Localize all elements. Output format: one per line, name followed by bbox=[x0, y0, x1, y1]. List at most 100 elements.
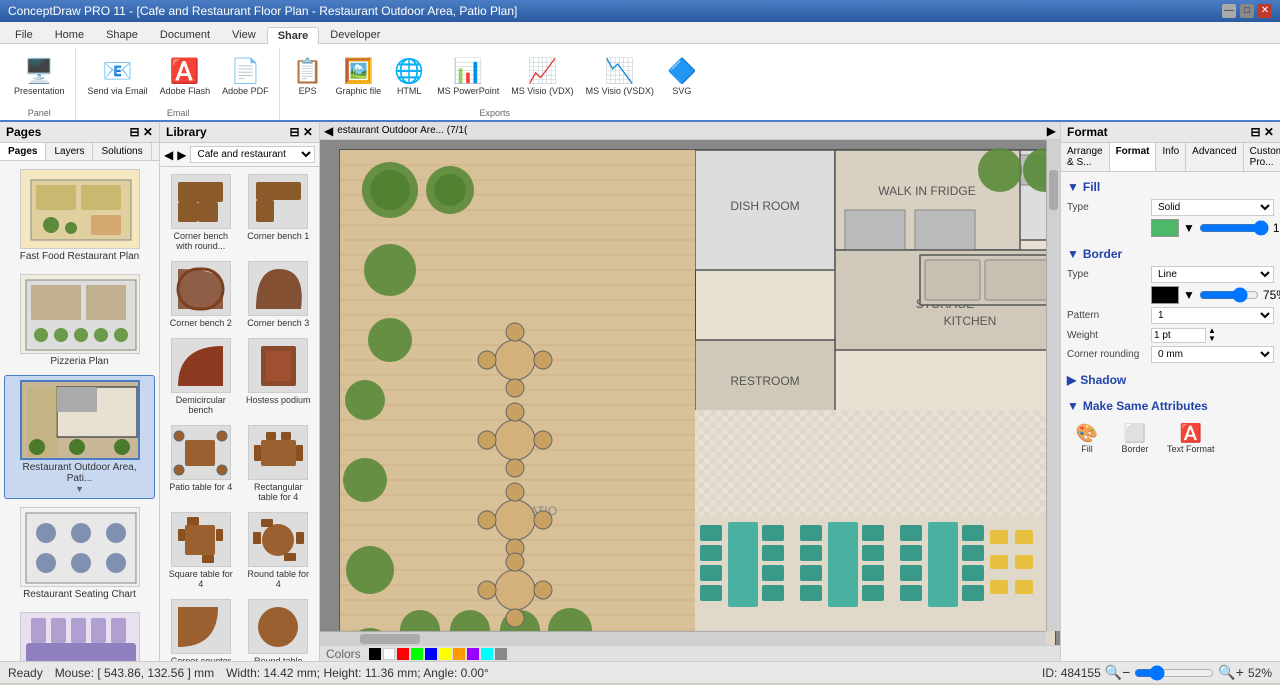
tab-advanced[interactable]: Advanced bbox=[1186, 143, 1243, 171]
presentation-button[interactable]: 🖥️ Presentation bbox=[10, 58, 69, 98]
svg-button[interactable]: 🔷 SVG bbox=[662, 58, 702, 98]
page-item-outdoor[interactable]: Restaurant Outdoor Area, Pati... ▼ bbox=[4, 375, 155, 499]
page-item-fast-food[interactable]: Fast Food Restaurant Plan bbox=[4, 165, 155, 266]
tab-file[interactable]: File bbox=[4, 26, 44, 43]
tab-custom[interactable]: Custom Pro... bbox=[1244, 143, 1280, 171]
canvas-nav-prev[interactable]: ◀ bbox=[324, 124, 333, 138]
window-controls[interactable]: — □ ✕ bbox=[1222, 4, 1272, 18]
tab-document[interactable]: Document bbox=[149, 26, 221, 43]
make-same-border-button[interactable]: ⬜ Border bbox=[1115, 419, 1155, 458]
format-tabs: Arrange & S... Format Info Advanced Cust… bbox=[1061, 143, 1280, 172]
tab-format[interactable]: Format bbox=[1110, 143, 1157, 171]
eps-button[interactable]: 📋 EPS bbox=[288, 58, 328, 98]
lib-item-hostess-podium[interactable]: Hostess podium bbox=[242, 335, 316, 418]
ms-visio-vsdx-button[interactable]: 📉 MS Visio (VSDX) bbox=[582, 58, 658, 98]
shadow-section-header[interactable]: ▶ Shadow bbox=[1067, 371, 1274, 389]
lib-item-corner-bench-1[interactable]: Corner bench 1 bbox=[242, 171, 316, 254]
vertical-scrollbar-thumb[interactable] bbox=[1049, 170, 1058, 210]
fill-type-select[interactable]: Solid bbox=[1151, 199, 1274, 216]
color-swatch-red[interactable] bbox=[397, 648, 409, 660]
tab-view[interactable]: View bbox=[221, 26, 267, 43]
pages-controls[interactable]: ⊟ ✕ bbox=[130, 125, 153, 139]
make-same-fill-icon: 🎨 bbox=[1076, 423, 1098, 444]
color-swatch-blue[interactable] bbox=[425, 648, 437, 660]
tab-developer[interactable]: Developer bbox=[319, 26, 391, 43]
zoom-in-icon[interactable]: 🔍+ bbox=[1218, 664, 1244, 681]
lib-item-corner-counter[interactable]: Corner counter bbox=[164, 596, 238, 661]
color-swatch-cyan[interactable] bbox=[481, 648, 493, 660]
adobe-pdf-button[interactable]: 📄 Adobe PDF bbox=[218, 58, 273, 98]
tab-pages[interactable]: Pages bbox=[0, 143, 46, 160]
icon-svg bbox=[173, 264, 228, 314]
color-swatch-purple[interactable] bbox=[467, 648, 479, 660]
make-same-fill-button[interactable]: 🎨 Fill bbox=[1067, 419, 1107, 458]
page-item-bar[interactable]: The Full-Service Bar bbox=[4, 608, 155, 661]
ms-powerpoint-button[interactable]: 📊 MS PowerPoint bbox=[433, 58, 503, 98]
vertical-scrollbar[interactable] bbox=[1046, 140, 1060, 631]
graphic-file-button[interactable]: 🖼️ Graphic file bbox=[332, 58, 386, 98]
lib-item-corner-bench-2[interactable]: Corner bench 2 bbox=[164, 258, 238, 331]
page-thumb-svg-seating bbox=[21, 508, 140, 587]
border-color-arrow[interactable]: ▼ bbox=[1183, 288, 1195, 302]
lib-item-patio-table-4[interactable]: Patio table for 4 bbox=[164, 422, 238, 505]
color-swatch-black[interactable] bbox=[369, 648, 381, 660]
make-same-text-button[interactable]: 🅰️ Text Format bbox=[1163, 419, 1219, 458]
tab-shape[interactable]: Shape bbox=[95, 26, 149, 43]
page-thumb-svg-outdoor bbox=[22, 382, 140, 460]
page-item-pizzeria[interactable]: Pizzeria Plan bbox=[4, 270, 155, 371]
horizontal-scrollbar[interactable] bbox=[320, 631, 1046, 645]
tab-layers[interactable]: Layers bbox=[46, 143, 93, 160]
canvas-scroll[interactable]: DISH ROOM WALK IN FRIDGE STORAGE RESTROO… bbox=[320, 140, 1060, 645]
lib-item-demicircular-bench[interactable]: Demicircular bench bbox=[164, 335, 238, 418]
color-swatch-orange[interactable] bbox=[453, 648, 465, 660]
library-dropdown[interactable]: Cafe and restaurant bbox=[190, 146, 315, 163]
maximize-button[interactable]: □ bbox=[1240, 4, 1254, 18]
border-type-select[interactable]: Line bbox=[1151, 266, 1274, 283]
fill-color-arrow[interactable]: ▼ bbox=[1183, 221, 1195, 235]
fill-opacity-slider[interactable] bbox=[1199, 220, 1269, 236]
tab-home[interactable]: Home bbox=[44, 26, 95, 43]
lib-item-round-table-4[interactable]: Round table for 4 bbox=[242, 509, 316, 592]
fill-section-header[interactable]: ▼ Fill bbox=[1067, 178, 1274, 196]
minimize-button[interactable]: — bbox=[1222, 4, 1236, 18]
fill-color-swatch[interactable] bbox=[1151, 219, 1179, 237]
color-swatch-green[interactable] bbox=[411, 648, 423, 660]
border-color-swatch[interactable] bbox=[1151, 286, 1179, 304]
ms-visio-vdx-button[interactable]: 📈 MS Visio (VDX) bbox=[507, 58, 577, 98]
border-weight-input[interactable] bbox=[1151, 328, 1206, 343]
lib-item-corner-bench-round[interactable]: Corner bench with round... bbox=[164, 171, 238, 254]
tab-solutions[interactable]: Solutions bbox=[93, 143, 151, 160]
send-email-button[interactable]: 📧 Send via Email bbox=[84, 58, 152, 98]
library-prev-button[interactable]: ◀ bbox=[164, 148, 173, 162]
adobe-flash-button[interactable]: 🅰️ Adobe Flash bbox=[156, 58, 215, 98]
border-corner-select[interactable]: 0 mm bbox=[1151, 346, 1274, 363]
canvas-nav-next[interactable]: ▶ bbox=[1047, 124, 1056, 138]
make-same-section-header[interactable]: ▼ Make Same Attributes bbox=[1067, 397, 1274, 415]
lib-label-corner-bench-2: Corner bench 2 bbox=[170, 318, 232, 328]
border-pattern-select[interactable]: 1 bbox=[1151, 307, 1274, 324]
color-swatch-white[interactable] bbox=[383, 648, 395, 660]
lib-item-square-table-4[interactable]: Square table for 4 bbox=[164, 509, 238, 592]
html-button[interactable]: 🌐 HTML bbox=[389, 58, 429, 98]
library-controls[interactable]: ⊟ ✕ bbox=[290, 125, 313, 139]
border-opacity-slider[interactable] bbox=[1199, 287, 1259, 303]
tab-info[interactable]: Info bbox=[1156, 143, 1186, 171]
format-controls[interactable]: ⊟ ✕ bbox=[1251, 125, 1274, 139]
color-swatch-yellow[interactable] bbox=[439, 648, 451, 660]
graphic-file-label: Graphic file bbox=[336, 86, 382, 96]
zoom-slider[interactable] bbox=[1134, 665, 1214, 681]
horizontal-scrollbar-thumb[interactable] bbox=[360, 634, 420, 644]
zoom-out-icon[interactable]: 🔍− bbox=[1105, 664, 1131, 681]
lib-item-round-table[interactable]: Round table bbox=[242, 596, 316, 661]
tab-arrange[interactable]: Arrange & S... bbox=[1061, 143, 1110, 171]
page-item-seating[interactable]: Restaurant Seating Chart bbox=[4, 503, 155, 604]
lib-item-corner-bench-3[interactable]: Corner bench 3 bbox=[242, 258, 316, 331]
color-swatch-gray[interactable] bbox=[495, 648, 507, 660]
library-next-button[interactable]: ▶ bbox=[177, 148, 186, 162]
border-weight-down[interactable]: ▼ bbox=[1208, 335, 1216, 343]
lib-item-rectangular-table-4[interactable]: Rectangular table for 4 bbox=[242, 422, 316, 505]
canvas-nav-label: estaurant Outdoor Are... (7/1( bbox=[337, 125, 1043, 136]
close-button[interactable]: ✕ bbox=[1258, 4, 1272, 18]
border-section-header[interactable]: ▼ Border bbox=[1067, 245, 1274, 263]
tab-share[interactable]: Share bbox=[267, 27, 320, 44]
